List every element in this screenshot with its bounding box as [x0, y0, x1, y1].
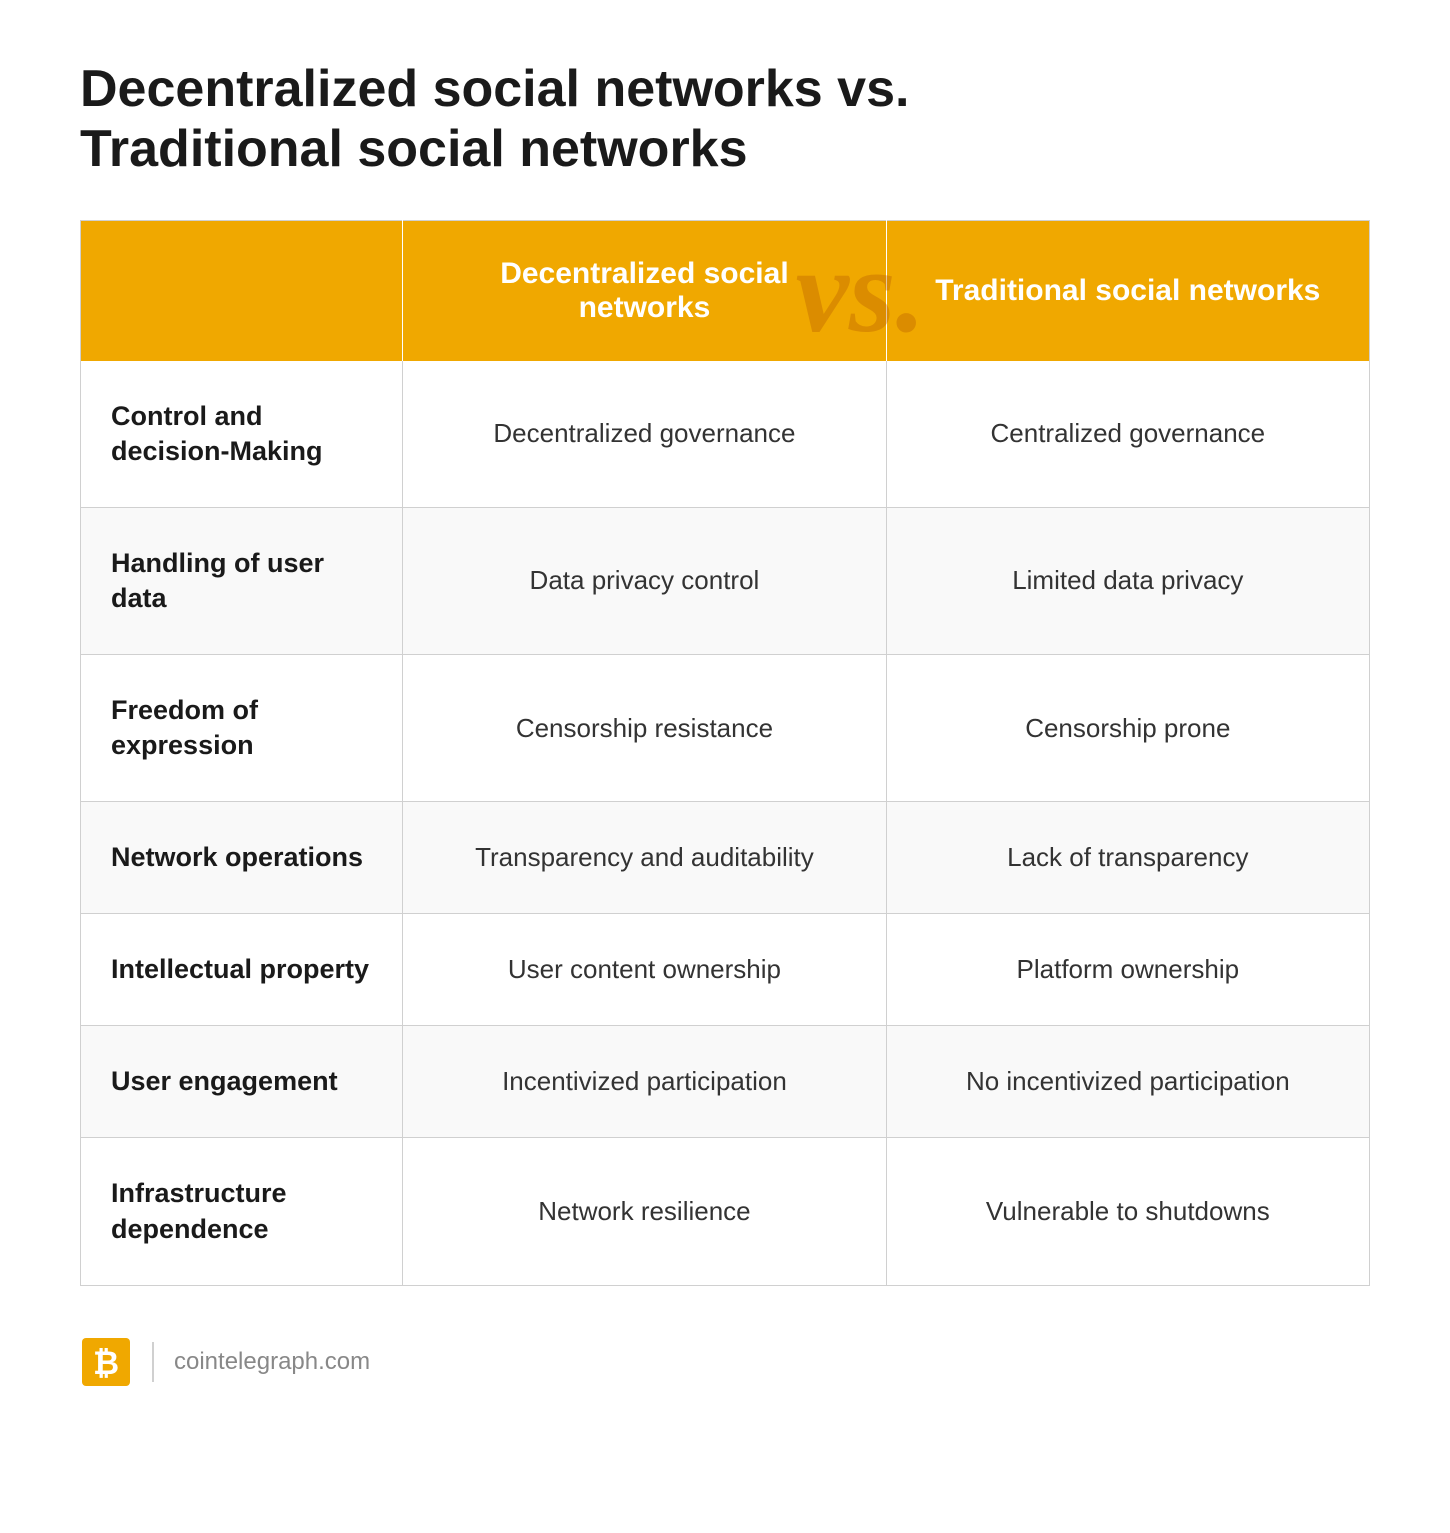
table-row: User engagementIncentivized participatio…	[81, 1026, 1370, 1138]
footer-url: cointelegraph.com	[174, 1348, 370, 1376]
col2-header: Decentralized social networks vs.	[403, 220, 886, 361]
traditional-cell: Centralized governance	[886, 361, 1369, 508]
category-cell: Handling of user data	[81, 507, 403, 654]
table-header-row: Decentralized social networks vs. Tradit…	[81, 220, 1370, 361]
table-row: Intellectual propertyUser content owners…	[81, 914, 1370, 1026]
svg-text:₿: ₿	[93, 1345, 119, 1381]
table-row: Control and decision-MakingDecentralized…	[81, 361, 1370, 508]
table-row: Infrastructure dependenceNetwork resilie…	[81, 1138, 1370, 1285]
page-title: Decentralized social networks vs. Tradit…	[80, 60, 980, 180]
traditional-cell: No incentivized participation	[886, 1026, 1369, 1138]
category-cell: Intellectual property	[81, 914, 403, 1026]
traditional-cell: Censorship prone	[886, 654, 1369, 801]
col3-header: Traditional social networks	[886, 220, 1369, 361]
comparison-table: Decentralized social networks vs. Tradit…	[80, 220, 1370, 1286]
decentralized-cell: Transparency and auditability	[403, 802, 886, 914]
category-cell: Infrastructure dependence	[81, 1138, 403, 1285]
col1-header	[81, 220, 403, 361]
decentralized-cell: Network resilience	[403, 1138, 886, 1285]
decentralized-cell: Data privacy control	[403, 507, 886, 654]
table-row: Handling of user dataData privacy contro…	[81, 507, 1370, 654]
traditional-cell: Platform ownership	[886, 914, 1369, 1026]
decentralized-cell: Decentralized governance	[403, 361, 886, 508]
table-row: Freedom of expressionCensorship resistan…	[81, 654, 1370, 801]
cointelegraph-logo: ₿	[80, 1336, 132, 1388]
footer-divider	[152, 1342, 154, 1382]
traditional-cell: Limited data privacy	[886, 507, 1369, 654]
table-body: Control and decision-MakingDecentralized…	[81, 361, 1370, 1286]
category-cell: Freedom of expression	[81, 654, 403, 801]
traditional-cell: Lack of transparency	[886, 802, 1369, 914]
table-row: Network operationsTransparency and audit…	[81, 802, 1370, 914]
footer: ₿ cointelegraph.com	[80, 1336, 1370, 1388]
category-cell: User engagement	[81, 1026, 403, 1138]
decentralized-cell: Incentivized participation	[403, 1026, 886, 1138]
traditional-cell: Vulnerable to shutdowns	[886, 1138, 1369, 1285]
decentralized-cell: Censorship resistance	[403, 654, 886, 801]
decentralized-cell: User content ownership	[403, 914, 886, 1026]
category-cell: Network operations	[81, 802, 403, 914]
category-cell: Control and decision-Making	[81, 361, 403, 508]
